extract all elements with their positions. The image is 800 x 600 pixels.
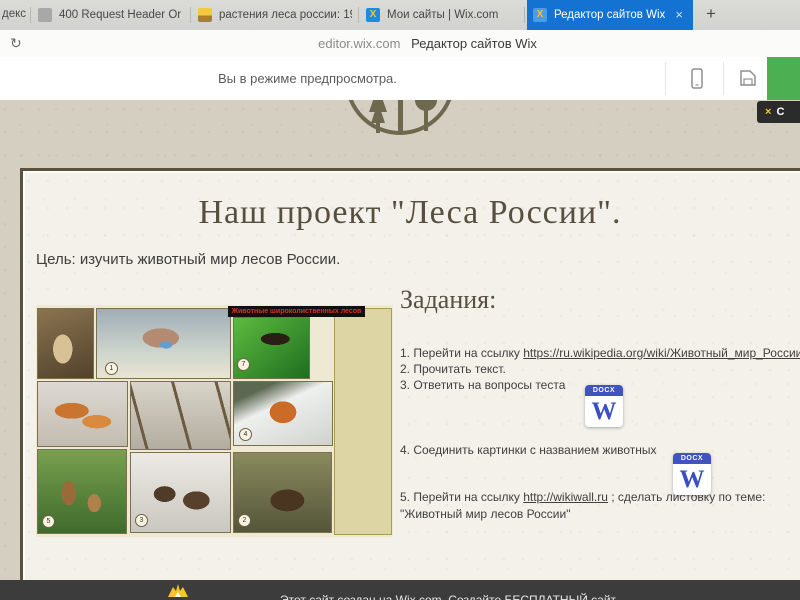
tasks-heading: Задания: [400,285,496,315]
photo-wild-boars: 3 [130,452,231,533]
photo-number-badge: 7 [237,358,250,371]
tab-label: Редактор сайтов Wix [554,9,665,21]
collage-header: Животные широколиственных лесов [228,306,365,317]
docx-badge: DOCX [673,453,711,464]
word-letter: W [673,464,711,495]
photo-number-badge: 2 [238,514,251,527]
tab-yandex-images[interactable]: растения леса россии: 19 т [192,0,358,30]
tab-partial-yandex[interactable]: декс [2,8,26,20]
toolbar-divider [723,62,724,95]
tab-label: растения леса россии: 19 т [219,9,352,21]
wix-badge-text: С [776,106,784,118]
photo-stag-beetle: 7 [233,317,310,379]
tab-close-icon[interactable]: × [675,7,683,23]
goal-text: Цель: изучить животный мир лесов России. [36,251,340,268]
tab-label: Мои сайты | Wix.com [387,9,498,21]
wikiwall-link[interactable]: http://wikiwall.ru [523,490,608,504]
photo-snowy-branches [130,381,231,450]
wix-preview-bar: Вы в режиме предпросмотра. [0,57,800,100]
toolbar-divider [665,62,666,95]
photo-red-fox: 4 [233,381,333,446]
photo-jay: 1 [96,308,231,379]
task-item-4: 4. Соединить картинки с названием животн… [400,443,657,457]
tab-400-request[interactable]: 400 Request Header Or Coo [32,0,190,30]
footer-promo-text: Этот сайт создан на Wix.com. Создайте БЕ… [280,593,616,600]
mobile-view-icon[interactable] [689,67,705,91]
wix-created-badge[interactable]: × С [757,101,800,123]
wix-x-icon: × [765,106,771,118]
tab-label: 400 Request Header Or Coo [59,9,184,21]
photo-bison: 2 [233,452,332,533]
new-tab-button[interactable]: + [706,4,716,24]
docx-badge: DOCX [585,385,623,396]
wix-bird-icon [168,584,188,598]
photo-number-badge: 4 [239,428,252,441]
address-text: editor.wix.com Редактор сайтов Wix [0,36,800,51]
task-item-2: 2. Прочитать текст. [400,362,506,376]
tab-wix-editor-active[interactable]: X Редактор сайтов Wix × [527,0,693,30]
tab-divider [190,7,191,23]
photo-number-badge: 5 [42,515,55,528]
save-icon[interactable] [739,69,757,87]
address-host: editor.wix.com [318,36,400,51]
tab-my-sites-wix[interactable]: X Мои сайты | Wix.com [360,0,524,30]
photo-owl [37,308,94,379]
docx-file-icon-leaflet[interactable]: DOCX W [673,453,711,495]
animals-collage: Животные широколиственных лесов 1 7 4 5 … [36,305,393,537]
collage-side-strip [334,308,392,535]
browser-window: Наш проект "Леса России". Цель: изучить … [0,0,800,600]
task-5-text: 5. Перейти на ссылку [400,490,523,504]
word-letter: W [585,396,623,427]
address-bar[interactable]: ↻ editor.wix.com Редактор сайтов Wix [0,30,800,58]
photo-number-badge: 1 [105,362,118,375]
browser-tab-bar: декс 400 Request Header Or Coo растения … [0,0,800,31]
address-page-title: Редактор сайтов Wix [411,36,537,51]
tab-divider [30,7,31,23]
task-item-1: 1. Перейти на ссылку https://ru.wikipedi… [400,346,800,360]
docx-file-icon-test[interactable]: DOCX W [585,385,623,427]
photo-number-badge: 3 [135,514,148,527]
photo-sleeping-foxes [37,381,128,447]
generic-page-favicon [38,8,52,22]
preview-mode-message: Вы в режиме предпросмотра. [218,71,397,86]
task-item-3: 3. Ответить на вопросы теста [400,378,565,392]
preview-action-button[interactable] [767,57,800,100]
image-search-favicon [198,8,212,22]
page-title: Наш проект "Леса России". [20,194,800,232]
wix-favicon: X [366,8,380,22]
wikipedia-link[interactable]: https://ru.wikipedia.org/wiki/Животный_м… [523,346,800,360]
task-item-5-line2: "Животный мир лесов России" [400,507,570,521]
task-1-text: 1. Перейти на ссылку [400,346,523,360]
tab-divider [524,7,525,23]
tab-divider [358,7,359,23]
photo-red-deer: 5 [37,449,127,534]
wix-favicon: X [533,8,547,22]
wix-footer-banner[interactable]: Этот сайт создан на Wix.com. Создайте БЕ… [0,580,800,600]
